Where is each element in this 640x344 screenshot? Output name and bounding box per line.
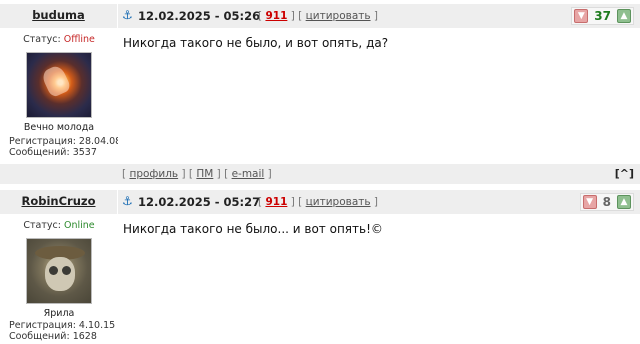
username-link[interactable]: buduma	[32, 8, 85, 22]
post-datetime: 12.02.2025 - 05:26	[138, 9, 261, 23]
avatar[interactable]	[26, 52, 92, 118]
thumbs-down-icon[interactable]: ▼	[582, 195, 597, 209]
anchor-icon[interactable]: ⚓	[122, 8, 134, 22]
user-status: Статус: Online	[23, 220, 95, 231]
post-header: RobinCruzo ⚓ 12.02.2025 - 05:27 [ 911 ] …	[0, 190, 640, 214]
post-header: buduma ⚓ 12.02.2025 - 05:26 [ 911 ] [ ци…	[0, 4, 640, 28]
email-link[interactable]: e-mail	[232, 168, 265, 180]
post-number-link[interactable]: 911	[265, 196, 287, 208]
post-text: Никогда такого не было, и вот опять, да?	[123, 36, 389, 50]
post-body: Никогда такого не было, и вот опять, да?	[118, 28, 640, 164]
post-actions: [ 911 ] [ цитировать ]	[258, 10, 379, 22]
post-body: Никогда такого не было... и вот опять!©	[118, 214, 640, 344]
anchor-icon[interactable]: ⚓	[122, 194, 134, 208]
profile-link[interactable]: профиль	[129, 168, 178, 180]
thumbs-up-icon[interactable]: ▲	[617, 195, 631, 209]
author-cell: buduma	[0, 4, 118, 28]
post-footer: [ профиль ] [ ПМ ] [ e-mail ] [^]	[0, 164, 640, 184]
post-actions: [ 911 ] [ цитировать ]	[258, 196, 379, 208]
rating-widget: ▼ 8 ▲	[579, 193, 634, 211]
author-cell: RobinCruzo	[0, 190, 118, 214]
user-title: Вечно молода	[23, 122, 95, 133]
rating-widget: ▼ 37 ▲	[571, 7, 634, 25]
post-number-link[interactable]: 911	[265, 10, 287, 22]
post: RobinCruzo ⚓ 12.02.2025 - 05:27 [ 911 ] …	[0, 186, 640, 344]
status-badge: Online	[63, 220, 95, 231]
post-text: Никогда такого не было... и вот опять!©	[123, 222, 383, 236]
thumbs-up-icon[interactable]: ▲	[617, 9, 631, 23]
username-link[interactable]: RobinCruzo	[21, 194, 95, 208]
rating-count: 37	[594, 9, 611, 23]
user-title: Ярила	[43, 308, 75, 319]
back-to-top-link[interactable]: [^]	[615, 167, 634, 180]
post: buduma ⚓ 12.02.2025 - 05:26 [ 911 ] [ ци…	[0, 0, 640, 186]
user-stats: Регистрация: 4.10.15 Сообщений: 1628	[9, 320, 115, 342]
post-meta-bar: ⚓ 12.02.2025 - 05:27 [ 911 ] [ цитироват…	[118, 190, 640, 214]
message-count: Сообщений: 1628	[9, 331, 97, 342]
message-count: Сообщений: 3537	[9, 147, 97, 158]
quote-link[interactable]: цитировать	[306, 10, 371, 22]
rating-count: 8	[602, 195, 611, 209]
pm-link[interactable]: ПМ	[196, 168, 213, 180]
user-panel: Статус: Offline Вечно молода	[0, 28, 118, 133]
registration-date: Регистрация: 28.04.08	[9, 136, 122, 147]
user-status: Статус: Offline	[23, 34, 95, 45]
quote-link[interactable]: цитировать	[306, 196, 371, 208]
avatar[interactable]	[26, 238, 92, 304]
post-datetime: 12.02.2025 - 05:27	[138, 195, 261, 209]
footer-links: [ профиль ] [ ПМ ] [ e-mail ]	[122, 168, 272, 180]
user-panel: Статус: Online Ярила	[0, 214, 118, 319]
registration-date: Регистрация: 4.10.15	[9, 320, 116, 331]
user-stats: Регистрация: 28.04.08 Сообщений: 3537	[9, 136, 121, 158]
post-meta-bar: ⚓ 12.02.2025 - 05:26 [ 911 ] [ цитироват…	[118, 4, 640, 28]
status-badge: Offline	[63, 34, 95, 45]
thumbs-down-icon[interactable]: ▼	[574, 9, 589, 23]
